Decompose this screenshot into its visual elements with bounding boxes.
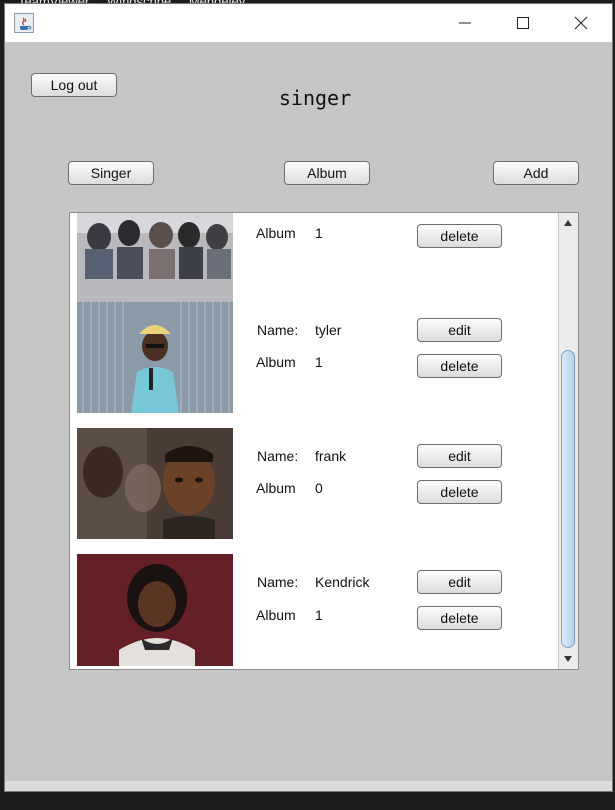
minimize-button[interactable] — [436, 4, 494, 42]
delete-button[interactable]: delete — [417, 606, 502, 630]
edit-button[interactable]: edit — [417, 570, 502, 594]
list-item: Album 1 delete — [70, 213, 556, 324]
edit-button[interactable]: edit — [417, 444, 502, 468]
singer-name: tyler — [315, 322, 342, 338]
album-count: 1 — [315, 225, 323, 241]
list-item: Name: tyler edit Album 1 delete — [70, 302, 556, 428]
delete-button[interactable]: delete — [417, 354, 502, 378]
album-label: Album — [256, 225, 296, 241]
singer-name: Kendrick — [315, 574, 370, 590]
album-label: Album — [256, 480, 296, 496]
delete-button[interactable]: delete — [417, 480, 502, 504]
scroll-up-icon[interactable] — [561, 216, 575, 230]
list-item: Name: frank edit Album 0 delete — [70, 428, 556, 554]
scrollbar-thumb[interactable] — [561, 350, 575, 648]
delete-button[interactable]: delete — [417, 224, 502, 248]
app-window: Log out singer Singer Album Add Album 1 … — [4, 3, 613, 792]
list-item: Name: Kendrick edit Album 1 delete — [70, 554, 556, 669]
maximize-icon — [517, 17, 529, 29]
add-button[interactable]: Add — [493, 161, 579, 185]
singer-photo — [77, 302, 233, 413]
page-title: singer — [278, 86, 352, 110]
logout-button[interactable]: Log out — [31, 73, 117, 97]
name-label: Name: — [257, 322, 299, 338]
album-button[interactable]: Album — [284, 161, 370, 185]
edit-button[interactable]: edit — [417, 318, 502, 342]
title-bar — [5, 4, 612, 42]
album-count: 1 — [315, 354, 323, 370]
album-count: 1 — [315, 607, 323, 623]
close-icon — [574, 16, 588, 30]
name-label: Name: — [257, 448, 299, 464]
close-button[interactable] — [552, 4, 610, 42]
name-label: Name: — [257, 574, 299, 590]
minimize-icon — [459, 22, 471, 24]
window-bottom-bar — [5, 781, 612, 791]
singer-photo — [77, 554, 233, 666]
singer-name: frank — [315, 448, 347, 464]
album-label: Album — [256, 354, 296, 370]
album-label: Album — [256, 607, 296, 623]
singer-photo — [77, 428, 233, 539]
singer-list[interactable]: Album 1 delete Name: tyler edit Album 1 … — [69, 212, 579, 670]
singer-button[interactable]: Singer — [68, 161, 154, 185]
maximize-button[interactable] — [494, 4, 552, 42]
java-icon — [14, 13, 34, 33]
vertical-scrollbar[interactable] — [558, 213, 578, 669]
scroll-down-icon[interactable] — [561, 652, 575, 666]
album-count: 0 — [315, 480, 323, 496]
